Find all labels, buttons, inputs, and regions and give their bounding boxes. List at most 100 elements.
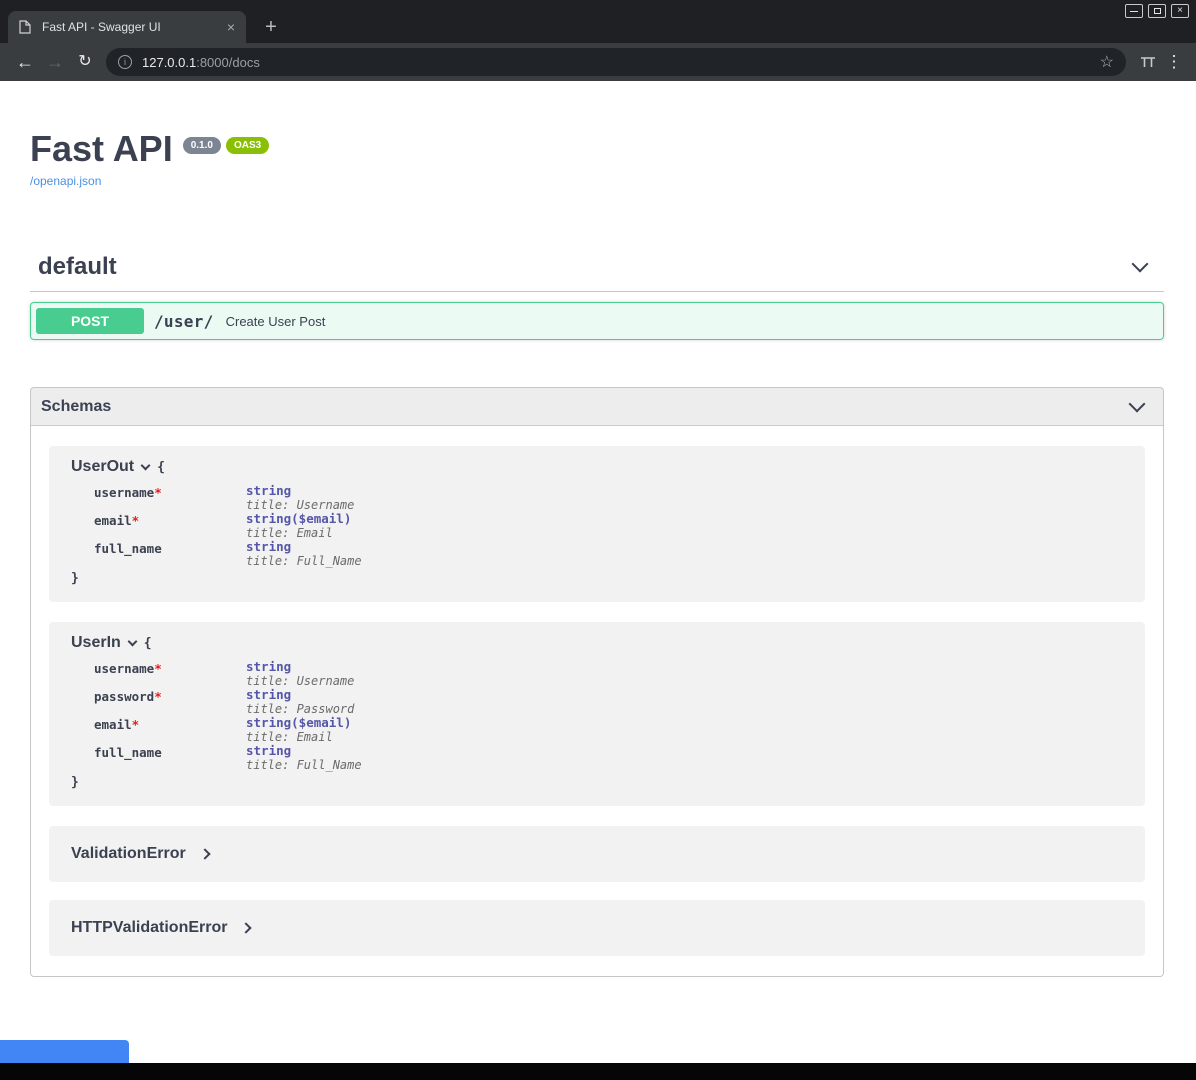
schema-property-row: password* string title: Password — [71, 688, 1125, 716]
model-properties: username* string title: Username passwor… — [71, 660, 1125, 772]
model-userout-toggle[interactable]: UserOut { — [71, 458, 1125, 476]
property-name: full_name — [94, 540, 246, 568]
property-definition: string($email) title: Email — [246, 716, 351, 744]
required-star: * — [154, 661, 162, 676]
address-bar[interactable]: i 127.0.0.1:8000/docs ☆ — [106, 48, 1126, 76]
close-button[interactable]: × — [1171, 4, 1189, 18]
tab-title: Fast API - Swagger UI — [42, 20, 225, 34]
back-icon[interactable]: ← — [10, 47, 40, 77]
browser-tab[interactable]: Fast API - Swagger UI × — [8, 11, 246, 43]
property-title-meta: title: Username — [246, 674, 354, 688]
schema-property-row: full_name string title: Full_Name — [71, 540, 1125, 568]
chevron-down-icon — [141, 461, 151, 471]
property-name: full_name — [94, 744, 246, 772]
browser-toolbar: ← → ↻ i 127.0.0.1:8000/docs ☆ ⋮ — [0, 43, 1196, 81]
endpoint-post-user[interactable]: POST /user/ Create User Post — [30, 302, 1164, 340]
model-name: ValidationError — [71, 845, 186, 863]
property-type: string — [246, 484, 354, 498]
schemas-section: Schemas UserOut { username* — [30, 387, 1164, 977]
required-star: * — [154, 485, 162, 500]
property-type: string — [246, 688, 354, 702]
minimize-icon — [1130, 11, 1138, 12]
model-validationerror[interactable]: ValidationError — [49, 826, 1145, 882]
required-star: * — [154, 689, 162, 704]
url-host: 127.0.0.1 — [142, 55, 196, 70]
bottom-desktop-strip — [0, 1063, 1196, 1080]
property-name: email* — [94, 512, 246, 540]
close-brace: } — [71, 571, 1125, 586]
extensions-icon[interactable] — [1134, 55, 1162, 69]
close-brace: } — [71, 775, 1125, 790]
new-tab-button[interactable]: + — [258, 15, 284, 41]
model-userin-toggle[interactable]: UserIn { — [71, 634, 1125, 652]
site-info-icon[interactable]: i — [118, 55, 132, 69]
chevron-down-icon[interactable] — [1129, 395, 1146, 412]
model-properties: username* string title: Username email* … — [71, 484, 1125, 568]
model-name: UserIn — [71, 634, 121, 652]
maximize-icon — [1154, 8, 1161, 14]
page-title: Fast API — [30, 128, 173, 170]
browser-window: Fast API - Swagger UI × + × ← → ↻ i 127.… — [0, 0, 1196, 1080]
chevron-right-icon — [199, 848, 210, 859]
api-info: Fast API 0.1.0 OAS3 /openapi.json — [30, 81, 1164, 190]
required-star: * — [132, 513, 140, 528]
property-title-meta: title: Full_Name — [246, 758, 362, 772]
chevron-down-icon — [127, 637, 137, 647]
open-brace: { — [157, 460, 165, 475]
property-definition: string title: Username — [246, 660, 354, 688]
chevron-down-icon[interactable] — [1132, 256, 1149, 273]
property-type: string — [246, 540, 362, 554]
property-name: username* — [94, 484, 246, 512]
url-text[interactable]: 127.0.0.1:8000/docs — [142, 55, 260, 70]
swagger-page: Fast API 0.1.0 OAS3 /openapi.json defaul… — [0, 81, 1196, 1063]
model-httpvalidationerror[interactable]: HTTPValidationError — [49, 900, 1145, 956]
schema-property-row: full_name string title: Full_Name — [71, 744, 1125, 772]
property-title-meta: title: Email — [246, 526, 351, 540]
tab-close-button[interactable]: × — [225, 20, 237, 34]
chevron-right-icon — [241, 922, 252, 933]
openapi-spec-link[interactable]: /openapi.json — [30, 174, 101, 188]
model-userin: UserIn { username* string title: Usernam… — [49, 622, 1145, 806]
property-title-meta: title: Full_Name — [246, 554, 362, 568]
title-badges: 0.1.0 OAS3 — [183, 137, 269, 154]
schema-property-row: email* string($email) title: Email — [71, 716, 1125, 744]
oas3-badge: OAS3 — [226, 137, 269, 154]
open-brace: { — [144, 636, 152, 651]
window-titlebar: Fast API - Swagger UI × + × — [0, 0, 1196, 43]
required-star: * — [132, 717, 140, 732]
bookmark-star-icon[interactable]: ☆ — [1100, 52, 1114, 72]
tag-title: default — [38, 253, 117, 281]
tag-section-default[interactable]: default — [30, 245, 1164, 292]
endpoint-path: /user/ — [154, 312, 214, 331]
browser-menu-icon[interactable]: ⋮ — [1162, 52, 1186, 72]
status-bubble — [0, 1040, 129, 1063]
minimize-button[interactable] — [1125, 4, 1143, 18]
model-userout: UserOut { username* string title: Userna… — [49, 446, 1145, 602]
property-definition: string title: Username — [246, 484, 354, 512]
version-badge: 0.1.0 — [183, 137, 221, 154]
model-name: UserOut — [71, 458, 134, 476]
property-name: email* — [94, 716, 246, 744]
property-type: string — [246, 660, 354, 674]
property-title-meta: title: Username — [246, 498, 354, 512]
property-definition: string title: Full_Name — [246, 744, 362, 772]
property-title-meta: title: Password — [246, 702, 354, 716]
property-definition: string title: Full_Name — [246, 540, 362, 568]
forward-icon[interactable]: → — [40, 47, 70, 77]
schema-property-row: username* string title: Username — [71, 660, 1125, 688]
endpoint-summary: Create User Post — [226, 314, 326, 329]
property-type: string($email) — [246, 716, 351, 730]
property-title-meta: title: Email — [246, 730, 351, 744]
property-name: username* — [94, 660, 246, 688]
schema-property-row: email* string($email) title: Email — [71, 512, 1125, 540]
schemas-header[interactable]: Schemas — [31, 388, 1163, 426]
maximize-button[interactable] — [1148, 4, 1166, 18]
http-method-badge: POST — [36, 308, 144, 334]
property-definition: string title: Password — [246, 688, 354, 716]
window-controls: × — [1125, 4, 1189, 18]
property-type: string($email) — [246, 512, 351, 526]
url-path: :8000/docs — [196, 55, 260, 70]
reload-icon[interactable]: ↻ — [70, 47, 100, 77]
property-definition: string($email) title: Email — [246, 512, 351, 540]
model-name: HTTPValidationError — [71, 919, 227, 937]
